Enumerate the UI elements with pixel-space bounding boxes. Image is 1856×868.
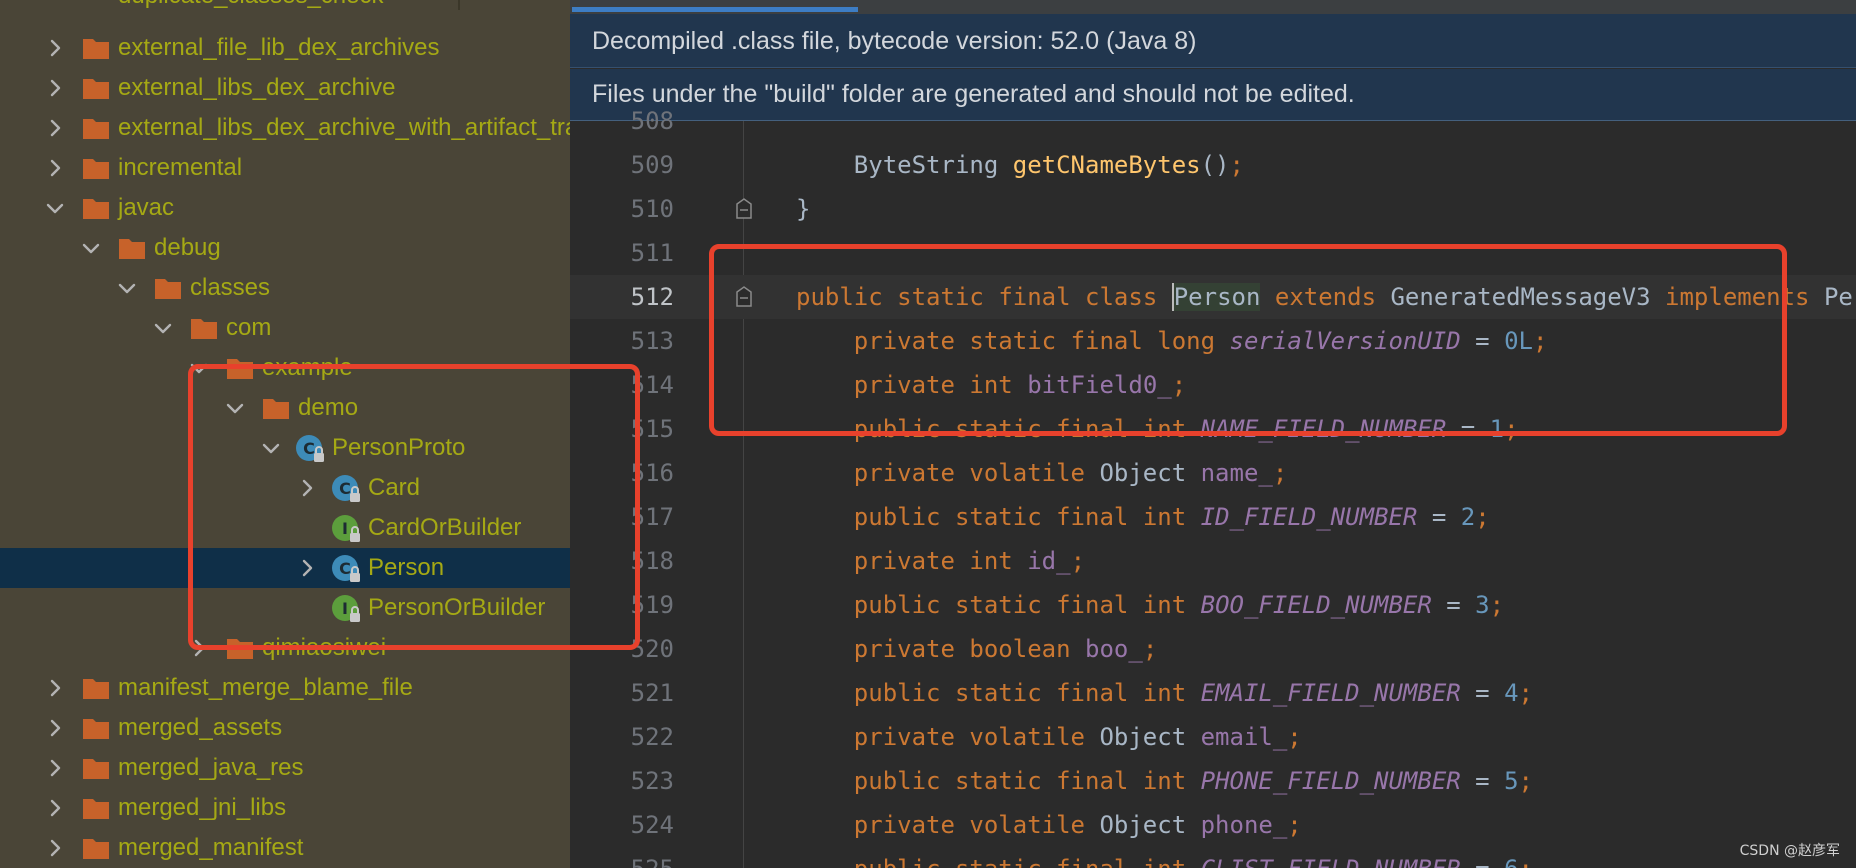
chevron-down-icon[interactable] bbox=[152, 317, 174, 339]
code-line[interactable]: 521 public static final int EMAIL_FIELD_… bbox=[570, 671, 1856, 715]
code-line[interactable]: 510} bbox=[570, 187, 1856, 231]
folder-icon bbox=[190, 316, 218, 340]
chevron-down-icon[interactable] bbox=[44, 197, 66, 219]
tree-header-divider bbox=[458, 0, 460, 10]
folder-icon bbox=[82, 76, 110, 100]
line-number: 524 bbox=[630, 811, 674, 839]
line-number: 523 bbox=[630, 767, 674, 795]
chevron-right-icon[interactable] bbox=[44, 117, 66, 139]
code-text: private volatile Object name_; bbox=[853, 459, 1288, 487]
code-text: public static final int BOO_FIELD_NUMBER… bbox=[853, 591, 1505, 619]
decompiled-notice-banner: Decompiled .class file, bytecode version… bbox=[570, 14, 1856, 68]
tree-item-merged-java-res[interactable]: merged_java_res bbox=[0, 748, 570, 788]
line-number: 508 bbox=[630, 107, 674, 135]
line-number: 522 bbox=[630, 723, 674, 751]
line-number: 511 bbox=[630, 239, 674, 267]
editor-tab-strip bbox=[570, 0, 1856, 14]
line-number: 512 bbox=[630, 283, 674, 311]
tree-item-label: incremental bbox=[118, 154, 243, 181]
code-line[interactable]: 524 private volatile Object phone_; bbox=[570, 803, 1856, 847]
tree-item-javac[interactable]: javac bbox=[0, 188, 570, 228]
annotation-box-code bbox=[709, 244, 1787, 436]
folder-icon bbox=[82, 196, 110, 220]
folder-icon bbox=[82, 796, 110, 820]
folder-icon bbox=[82, 836, 110, 860]
active-tab-indicator[interactable] bbox=[572, 7, 858, 12]
folder-icon bbox=[118, 236, 146, 260]
tree-item-label: com bbox=[226, 314, 272, 341]
line-number: 521 bbox=[630, 679, 674, 707]
folder-icon bbox=[82, 676, 110, 700]
tree-item-label-partial: duplicate_classes_check bbox=[118, 0, 384, 10]
code-line[interactable]: 518 private int id_; bbox=[570, 539, 1856, 583]
chevron-right-icon[interactable] bbox=[44, 837, 66, 859]
code-text: private boolean boo_; bbox=[853, 635, 1158, 663]
tree-item-com[interactable]: com bbox=[0, 308, 570, 348]
tree-item-merged-jni-libs[interactable]: merged_jni_libs bbox=[0, 788, 570, 828]
tree-item-label: external_libs_dex_archive bbox=[118, 74, 396, 101]
chevron-right-icon[interactable] bbox=[44, 77, 66, 99]
tree-item-label: merged_manifest bbox=[118, 834, 304, 861]
tree-item-label: merged_assets bbox=[118, 714, 283, 741]
line-number: 509 bbox=[630, 151, 674, 179]
code-line[interactable]: 508 bbox=[570, 99, 1856, 143]
tree-item-label: manifest_merge_blame_file bbox=[118, 674, 413, 701]
tree-item-merged-assets[interactable]: merged_assets bbox=[0, 708, 570, 748]
tree-item-label: classes bbox=[190, 274, 271, 301]
tree-item-debug[interactable]: debug bbox=[0, 228, 570, 268]
code-line[interactable]: 525 public static final int CLIST_FIELD_… bbox=[570, 847, 1856, 868]
tree-item-external-libs-dex-archive[interactable]: external_libs_dex_archive bbox=[0, 68, 570, 108]
tree-item-merged-manifest[interactable]: merged_manifest bbox=[0, 828, 570, 868]
annotation-box-tree bbox=[188, 364, 640, 650]
code-line[interactable]: 520 private boolean boo_; bbox=[570, 627, 1856, 671]
tree-item-external-libs-dex-archive-with-artifact-transforms[interactable]: external_libs_dex_archive_with_artifact_… bbox=[0, 108, 570, 148]
line-number: 510 bbox=[630, 195, 674, 223]
chevron-right-icon[interactable] bbox=[44, 677, 66, 699]
folder-icon bbox=[82, 156, 110, 180]
decompiled-notice-text: Decompiled .class file, bytecode version… bbox=[592, 27, 1197, 55]
tree-item-classes[interactable]: classes bbox=[0, 268, 570, 308]
tree-item-label: external_libs_dex_archive_with_artifact_… bbox=[118, 114, 570, 141]
line-number: 513 bbox=[630, 327, 674, 355]
code-line[interactable]: 519 public static final int BOO_FIELD_NU… bbox=[570, 583, 1856, 627]
folder-icon bbox=[82, 716, 110, 740]
tree-item-label: merged_java_res bbox=[118, 754, 304, 781]
folder-icon bbox=[82, 756, 110, 780]
chevron-right-icon[interactable] bbox=[44, 717, 66, 739]
folder-icon bbox=[154, 276, 182, 300]
folder-icon bbox=[82, 116, 110, 140]
tree-item-label: debug bbox=[154, 234, 221, 261]
code-line[interactable]: 522 private volatile Object email_; bbox=[570, 715, 1856, 759]
tree-item-external-file-lib-dex-archives[interactable]: external_file_lib_dex_archives bbox=[0, 28, 570, 68]
code-text: public static final int CLIST_FIELD_NUMB… bbox=[796, 847, 1533, 868]
code-text: private volatile Object email_; bbox=[853, 723, 1302, 751]
code-line[interactable]: 523 public static final int PHONE_FIELD_… bbox=[570, 759, 1856, 803]
code-text: private volatile Object phone_; bbox=[853, 811, 1302, 839]
code-text: } bbox=[796, 195, 811, 223]
chevron-down-icon[interactable] bbox=[80, 237, 102, 259]
tree-top-strip: duplicate_classes_check bbox=[0, 0, 570, 10]
chevron-down-icon[interactable] bbox=[116, 277, 138, 299]
code-line[interactable]: 517 public static final int ID_FIELD_NUM… bbox=[570, 495, 1856, 539]
tree-item-label: external_file_lib_dex_archives bbox=[118, 34, 440, 61]
line-number: 525 bbox=[570, 847, 674, 868]
code-text: public static final int EMAIL_FIELD_NUMB… bbox=[853, 679, 1533, 707]
chevron-right-icon[interactable] bbox=[44, 37, 66, 59]
tree-item-label: javac bbox=[118, 194, 175, 221]
code-line[interactable]: 516 private volatile Object name_; bbox=[570, 451, 1856, 495]
code-text: public static final int PHONE_FIELD_NUMB… bbox=[853, 767, 1533, 795]
code-text: public static final int ID_FIELD_NUMBER … bbox=[853, 503, 1490, 531]
fold-icon[interactable] bbox=[735, 198, 753, 220]
code-line[interactable]: 509 ByteString getCNameBytes(); bbox=[570, 143, 1856, 187]
tree-item-label: merged_jni_libs bbox=[118, 794, 287, 821]
chevron-right-icon[interactable] bbox=[44, 157, 66, 179]
chevron-right-icon[interactable] bbox=[44, 757, 66, 779]
tree-item-incremental[interactable]: incremental bbox=[0, 148, 570, 188]
code-text: ByteString getCNameBytes(); bbox=[796, 151, 1244, 179]
folder-icon bbox=[82, 36, 110, 60]
watermark: CSDN @赵彦军 bbox=[1739, 843, 1840, 859]
code-text: private int id_; bbox=[853, 547, 1086, 575]
chevron-right-icon[interactable] bbox=[44, 797, 66, 819]
tree-item-manifest-merge-blame-file[interactable]: manifest_merge_blame_file bbox=[0, 668, 570, 708]
